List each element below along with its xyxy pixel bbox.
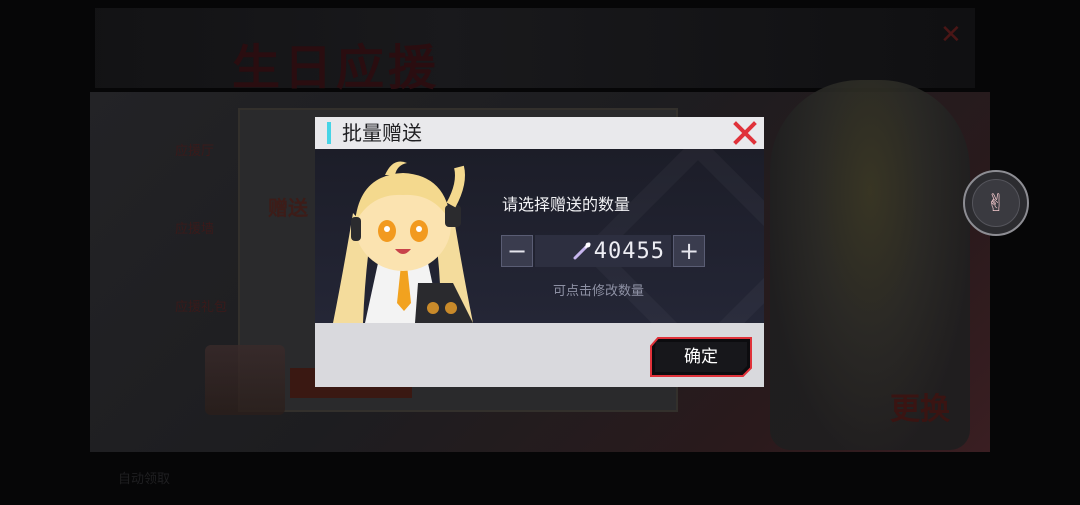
chibi-character-image — [333, 161, 473, 323]
quantity-value: 40455 — [593, 238, 665, 264]
background-nav-item: 应援礼包 — [175, 300, 228, 315]
confirm-button[interactable]: 确定 — [650, 337, 752, 377]
quantity-prompt: 请选择赠送的数量 — [502, 195, 631, 214]
quantity-input[interactable]: 40455 — [535, 235, 671, 267]
dialog-title: 批量赠送 — [342, 121, 422, 145]
background-nav-item: 应援墙 — [175, 222, 215, 237]
background-change-label: 更换 — [890, 392, 950, 427]
background-close-icon: ✕ — [940, 20, 962, 50]
dialog-body: 请选择赠送的数量 − 40455 + 可点击修改数量 — [315, 149, 764, 323]
cake-image — [205, 345, 285, 415]
close-button[interactable] — [731, 120, 759, 146]
decrease-button[interactable]: − — [501, 235, 533, 267]
background-nav-item: 应援厅 — [175, 144, 215, 159]
peace-hand-icon: ✌ — [972, 179, 1020, 227]
title-accent-bar — [327, 122, 331, 144]
increase-button[interactable]: + — [673, 235, 705, 267]
close-icon — [733, 121, 757, 145]
gesture-float-button[interactable]: ✌ — [963, 170, 1029, 236]
confirm-button-label: 确定 — [684, 347, 718, 367]
wand-item-icon — [573, 242, 591, 260]
dialog-footer: 确定 — [315, 323, 764, 387]
background-banner — [95, 8, 975, 88]
background-footer: 自动领取 — [118, 472, 171, 487]
background-nav: 应援厅 应援墙 应援礼包 — [100, 110, 235, 360]
background-card-label: 赠送 — [268, 196, 308, 220]
edit-hint: 可点击修改数量 — [553, 284, 645, 299]
batch-gift-dialog: 批量赠送 请选择赠送的数量 − 40455 + 可点击修改数量 确定 — [315, 117, 764, 387]
quantity-stepper: − 40455 + — [501, 235, 705, 269]
background-title: 生日应援 — [232, 40, 441, 96]
dialog-header: 批量赠送 — [315, 117, 764, 149]
